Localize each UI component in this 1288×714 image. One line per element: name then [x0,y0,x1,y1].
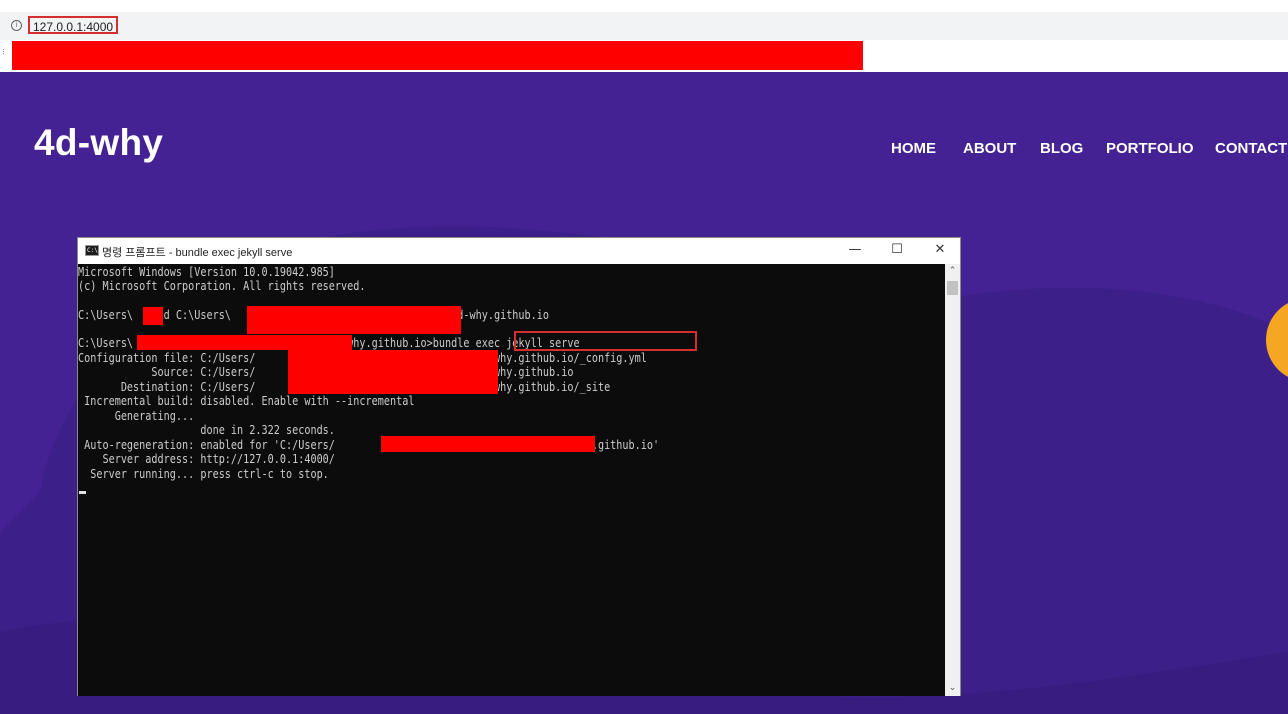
console-line: Generating... [78,408,195,423]
close-button[interactable]: ✕ [929,241,951,259]
command-highlight-box [514,331,697,351]
command-prompt-window[interactable]: C:\ 명령 프롬프트 - bundle exec jekyll serve —… [77,237,961,696]
redacted-region [137,335,352,350]
window-titlebar[interactable]: C:\ 명령 프롬프트 - bundle exec jekyll serve —… [78,238,960,264]
text-cursor [79,491,86,494]
redacted-region [381,436,595,452]
redacted-region [143,307,163,325]
nav-contact[interactable]: CONTACT [1215,140,1287,157]
console-line: Microsoft Windows [Version 10.0.19042.98… [78,264,335,279]
maximize-button[interactable]: ☐ [886,241,908,259]
minimize-button[interactable]: — [844,241,866,259]
scroll-up-icon[interactable]: ⌃ [945,264,960,279]
address-bar[interactable] [0,12,1288,40]
console-line: (c) Microsoft Corporation. All rights re… [78,278,366,293]
nav-home[interactable]: HOME [891,140,936,157]
site-info-icon[interactable]: i [11,20,22,31]
url-text[interactable]: 127.0.0.1:4000 [28,16,119,34]
scroll-thumb[interactable] [947,281,958,295]
window-title: 명령 프롬프트 - bundle exec jekyll serve [102,247,293,259]
nav-portfolio[interactable]: PORTFOLIO [1106,140,1194,157]
console-line: done in 2.322 seconds. [78,422,335,437]
console-scrollbar[interactable]: ⌃ ⌄ [945,264,960,696]
nav-blog[interactable]: BLOG [1040,140,1083,157]
cmd-icon: C:\ [85,245,99,256]
scroll-down-icon[interactable]: ⌄ [945,681,960,696]
console-line: Server address: http://127.0.0.1:4000/ [78,451,335,466]
site-logo[interactable]: 4d-why [34,122,163,164]
redacted-region [12,41,863,70]
console-line: Server running... press ctrl-c to stop. [78,466,329,481]
redacted-region [288,350,498,394]
nav-about[interactable]: ABOUT [963,140,1016,157]
console-line: Incremental build: disabled. Enable with… [78,393,415,408]
redacted-region [247,306,461,334]
console-output[interactable]: Microsoft Windows [Version 10.0.19042.98… [78,264,945,696]
bookmark-icon: ⁝ [2,47,5,57]
